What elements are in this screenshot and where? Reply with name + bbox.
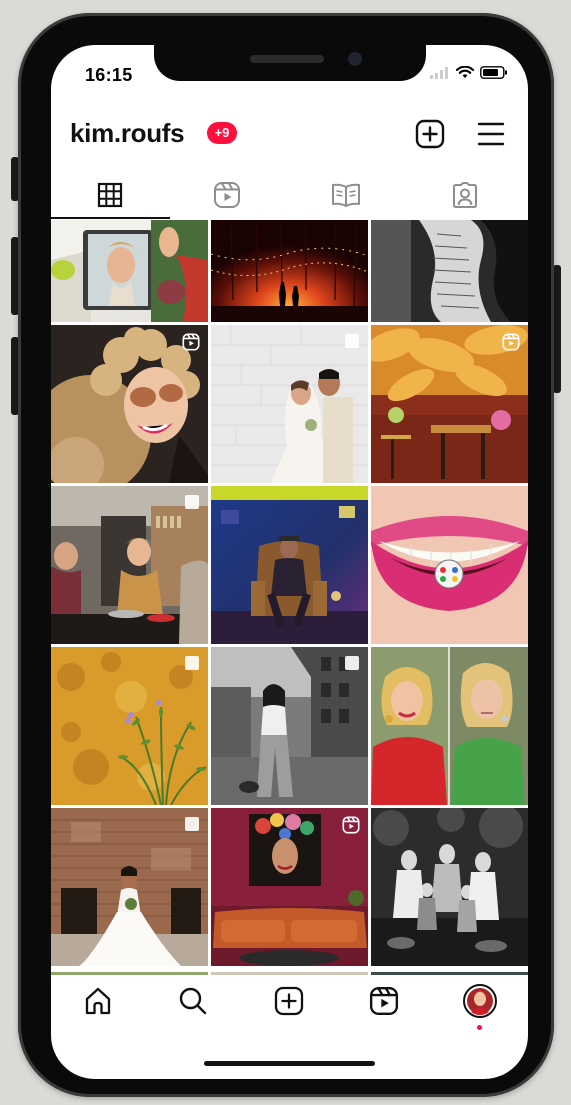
post-thumbnail[interactable] [51, 808, 208, 966]
post-thumbnail[interactable] [51, 220, 208, 322]
carousel-badge-icon [184, 655, 200, 676]
profile-username[interactable]: kim.roufs [70, 118, 185, 149]
posts-grid [51, 220, 528, 979]
signal-icon [430, 66, 448, 79]
reel-badge-icon [182, 333, 200, 356]
carousel-badge-icon [184, 816, 200, 837]
power-button [553, 265, 561, 393]
reels-nav-icon[interactable] [366, 983, 402, 1019]
notification-badge[interactable]: +9 [207, 122, 237, 144]
tagged-tab[interactable] [448, 179, 482, 211]
profile-avatar[interactable] [462, 983, 498, 1019]
reels-tab[interactable] [210, 179, 244, 211]
reels-icon [214, 182, 240, 208]
bottom-nav [51, 975, 528, 1035]
posts-grid-tab[interactable] [93, 179, 127, 211]
post-thumbnail[interactable] [51, 486, 208, 644]
post-thumbnail[interactable] [211, 647, 368, 805]
status-time: 16:15 [85, 65, 133, 85]
grid-icon [97, 182, 123, 208]
post-thumbnail[interactable] [371, 325, 528, 483]
front-camera [348, 52, 362, 66]
post-thumbnail[interactable] [211, 808, 368, 966]
menu-icon[interactable] [477, 119, 505, 154]
active-tab-indicator [51, 217, 170, 219]
new-post-icon[interactable] [415, 119, 445, 154]
post-thumbnail[interactable] [211, 220, 368, 322]
book-icon [332, 183, 360, 207]
notch [154, 45, 426, 81]
reel-badge-icon [342, 816, 360, 839]
guides-tab[interactable] [329, 179, 363, 211]
create-icon[interactable] [271, 983, 307, 1019]
post-thumbnail[interactable] [211, 486, 368, 644]
home-indicator [204, 1061, 375, 1066]
post-thumbnail[interactable] [51, 325, 208, 483]
carousel-badge-icon [184, 494, 200, 515]
post-thumbnail[interactable] [371, 808, 528, 966]
active-nav-dot [477, 1025, 482, 1030]
speaker [250, 55, 324, 63]
post-thumbnail[interactable] [371, 220, 528, 322]
profile-tabs [51, 173, 528, 217]
phone-screen: 16:15 kim.roufs +9 [51, 45, 528, 1079]
search-icon[interactable] [175, 983, 211, 1019]
wifi-icon [456, 66, 474, 78]
status-icons [430, 66, 508, 79]
carousel-badge-icon [344, 655, 360, 676]
post-thumbnail[interactable] [371, 486, 528, 644]
home-icon[interactable] [80, 983, 116, 1019]
tagged-person-icon [453, 182, 477, 208]
carousel-badge-icon [344, 333, 360, 354]
reel-badge-icon [502, 333, 520, 356]
battery-icon [480, 66, 507, 79]
post-thumbnail[interactable] [51, 647, 208, 805]
post-thumbnail[interactable] [211, 325, 368, 483]
post-thumbnail[interactable] [371, 647, 528, 805]
